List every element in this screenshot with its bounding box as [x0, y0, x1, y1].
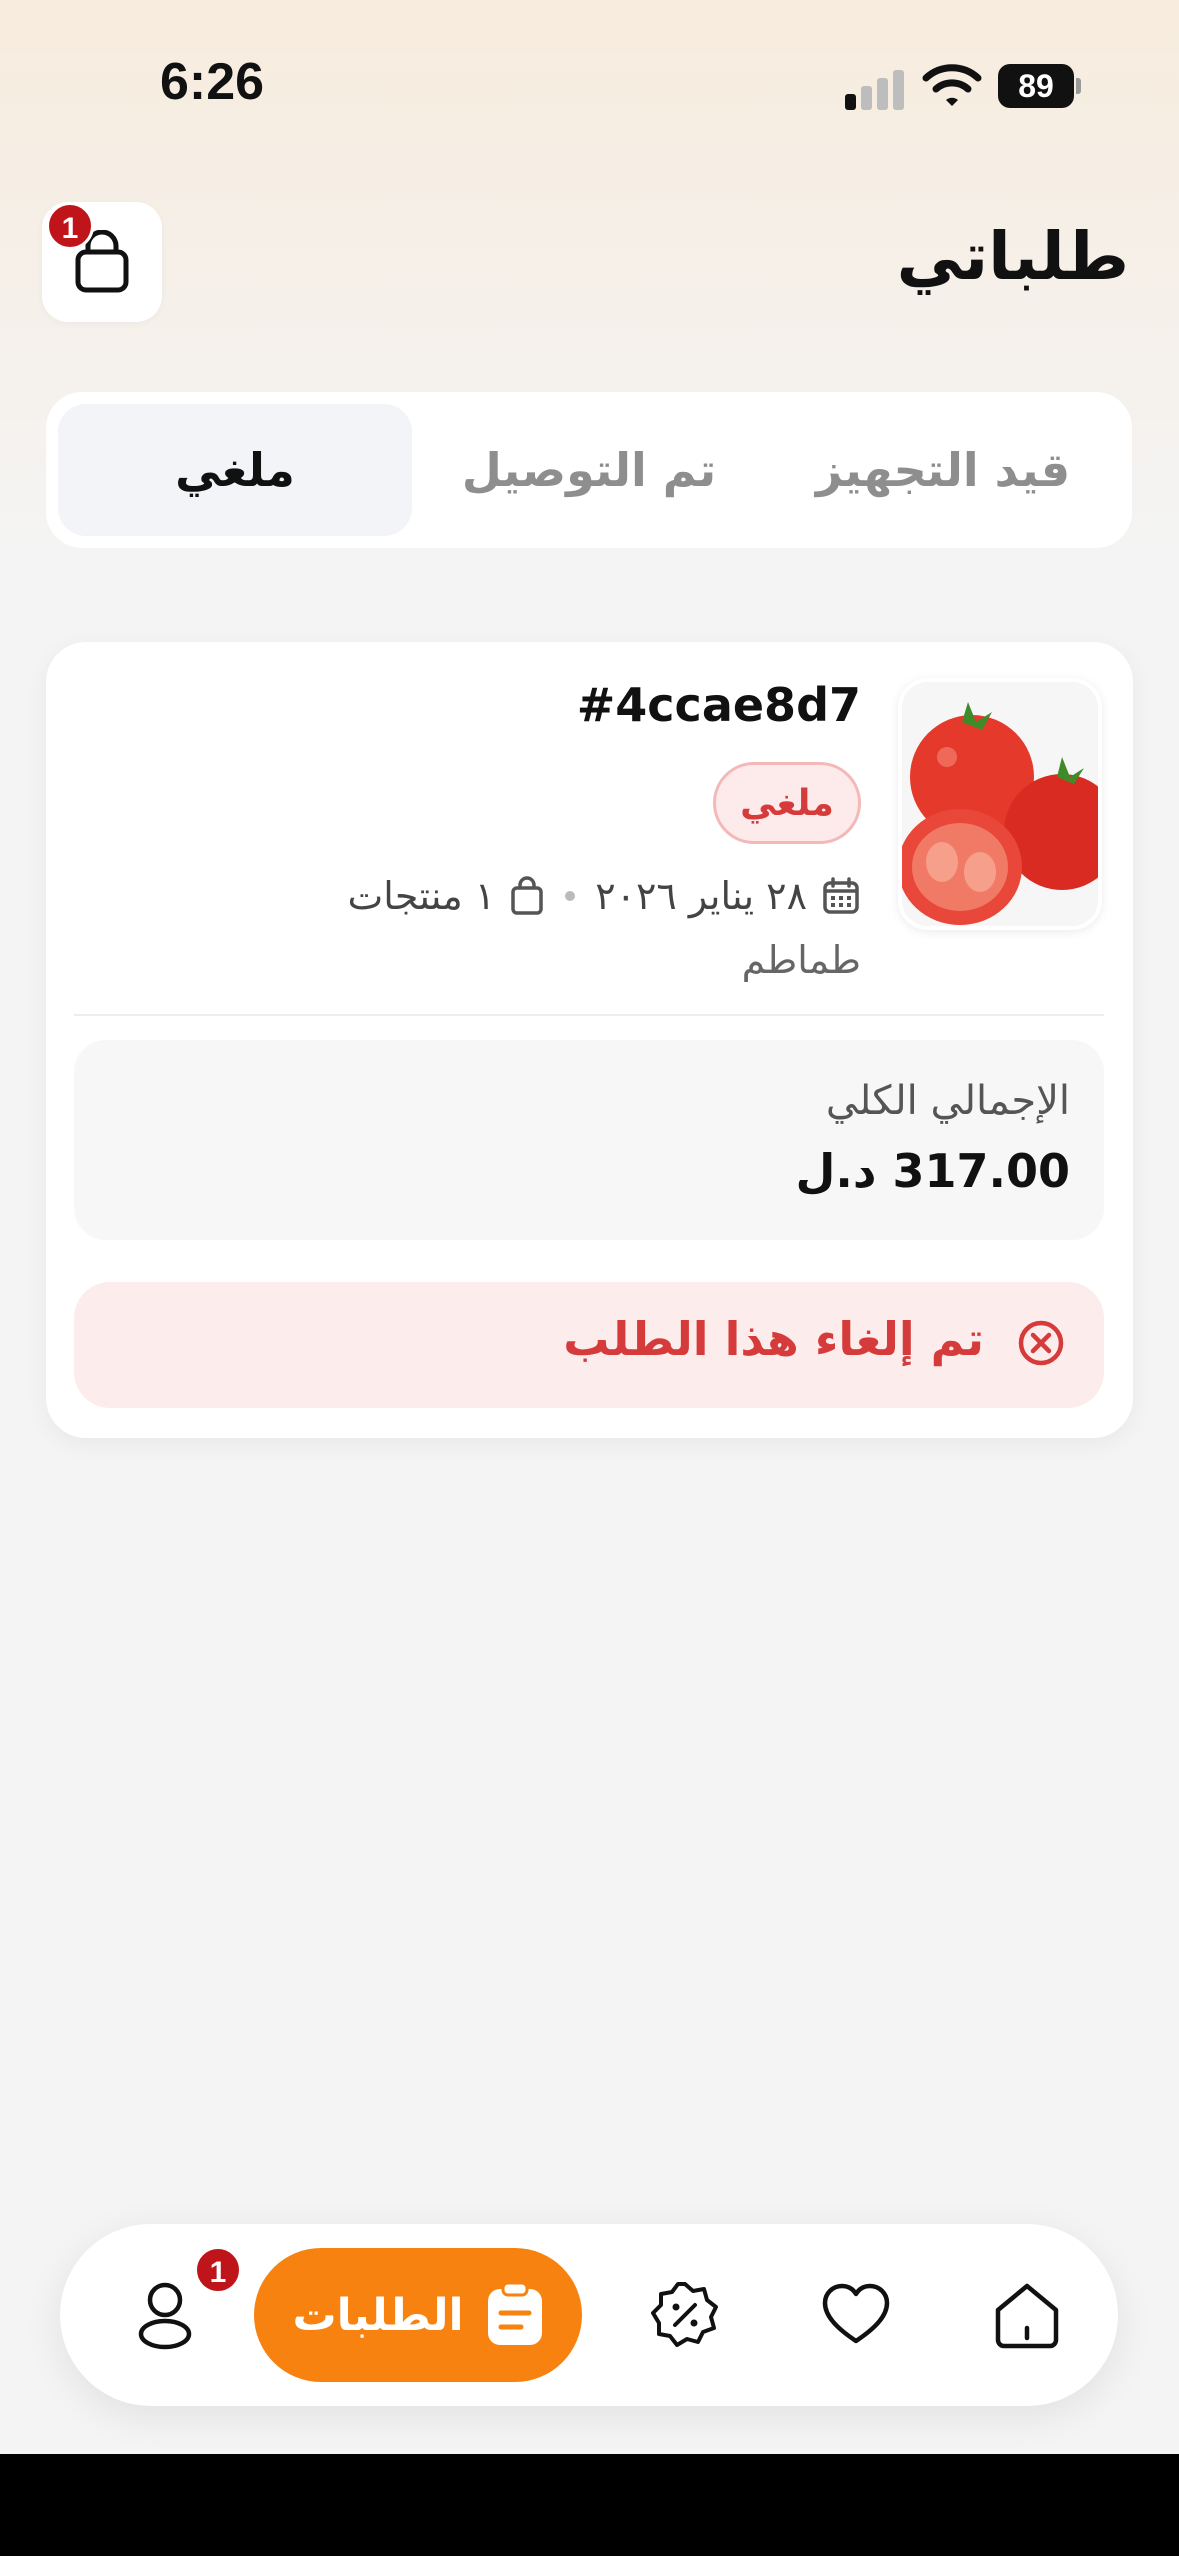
- tab-delivered[interactable]: تم التوصيل: [412, 404, 766, 536]
- nav-offers[interactable]: [630, 2260, 740, 2370]
- bag-icon: [511, 876, 543, 915]
- battery-icon: 89: [998, 64, 1074, 108]
- cart-badge: 1: [46, 202, 94, 250]
- status-badge: ملغي: [713, 762, 861, 844]
- tab-preparing[interactable]: قيد التجهيز: [766, 404, 1120, 536]
- product-thumbnail: [898, 678, 1102, 930]
- cellular-signal-icon: [845, 68, 905, 110]
- status-bar: 6:26 89: [0, 0, 1179, 170]
- order-card[interactable]: #4ccae8d7 ملغي ٢٨ يناير ٢٠٢٦ ١ منتجات طم…: [46, 642, 1133, 1438]
- page-title: طلباتي: [896, 218, 1129, 295]
- product-names: طماطم: [741, 938, 861, 982]
- discount-badge-icon: [651, 2282, 718, 2347]
- total-label: الإجمالي الكلي: [825, 1078, 1070, 1124]
- system-home-bar: [0, 2454, 1179, 2556]
- battery-tip: [1076, 78, 1081, 94]
- nav-favorites[interactable]: [801, 2260, 911, 2370]
- nav-orders-label: الطلبات: [292, 2289, 464, 2341]
- user-icon: [138, 2282, 192, 2350]
- home-icon: [995, 2283, 1059, 2349]
- calendar-icon: [823, 877, 859, 914]
- orders-badge: 1: [194, 2246, 242, 2294]
- nav-home[interactable]: [972, 2260, 1082, 2370]
- total-box: الإجمالي الكلي 317.00 د.ل: [74, 1040, 1104, 1240]
- nav-orders[interactable]: الطلبات: [254, 2248, 582, 2382]
- total-value: 317.00 د.ل: [795, 1144, 1070, 1198]
- divider: [74, 1014, 1104, 1016]
- cancel-circle-icon: [1018, 1320, 1064, 1366]
- order-meta: ٢٨ يناير ٢٠٢٦ ١ منتجات: [348, 868, 861, 924]
- tab-cancelled[interactable]: ملغي: [58, 404, 412, 536]
- separator-dot: [565, 891, 576, 901]
- items-count: ١ منتجات: [347, 874, 496, 918]
- order-id: #4ccae8d7: [576, 678, 861, 732]
- wifi-icon: [922, 60, 982, 110]
- clipboard-icon: [487, 2283, 542, 2345]
- order-date: ٢٨ يناير ٢٠٢٦: [595, 874, 807, 918]
- order-status-tabs: قيد التجهيز تم التوصيل ملغي: [46, 392, 1132, 548]
- status-time: 6:26: [160, 53, 265, 111]
- heart-icon: [822, 2283, 890, 2344]
- cancel-message: تم إلغاء هذا الطلب: [563, 1312, 984, 1366]
- cancel-notice: تم إلغاء هذا الطلب: [74, 1282, 1104, 1408]
